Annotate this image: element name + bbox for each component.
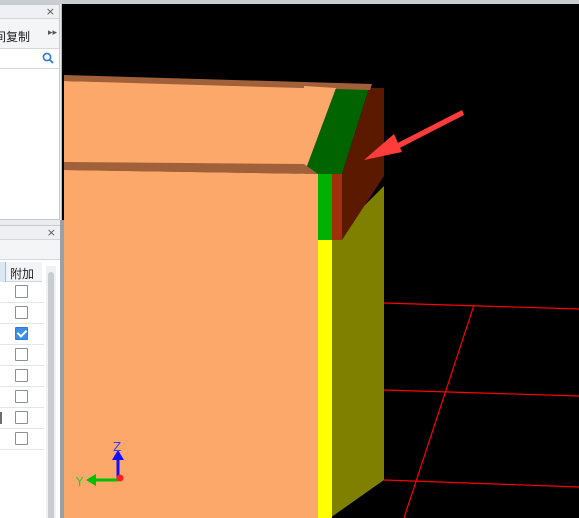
properties-panel-titlebar: × <box>0 226 60 240</box>
highlight-front-strip <box>332 174 342 240</box>
grid-line <box>403 304 475 518</box>
table-row[interactable] <box>0 324 44 345</box>
yellow-strip <box>318 240 332 518</box>
column-header-label: 附加 <box>10 267 35 281</box>
left-dock: × 间复制 ▸▸ × 附加 <box>0 4 64 518</box>
attach-checkbox[interactable] <box>15 411 28 424</box>
table-row[interactable] <box>0 408 44 429</box>
attach-checkbox[interactable] <box>15 285 28 298</box>
attach-checkbox[interactable] <box>15 369 28 382</box>
ground-grid <box>383 302 579 518</box>
row-indicator <box>0 412 2 424</box>
green-strip <box>318 174 332 240</box>
more-chevron-icon[interactable]: ▸▸ <box>48 28 57 38</box>
attach-checkbox[interactable] <box>15 306 28 319</box>
top-panel-titlebar: × <box>0 5 59 19</box>
grid-line <box>383 302 579 310</box>
attach-checkbox[interactable] <box>15 390 28 403</box>
axis-z-label: Z <box>113 440 121 454</box>
axis-y-label: Y <box>75 475 84 489</box>
attach-checkbox[interactable] <box>15 327 28 340</box>
grid-line <box>383 389 579 397</box>
grid-line <box>383 479 579 488</box>
top-panel: × 间复制 ▸▸ <box>0 4 60 220</box>
attach-checkbox[interactable] <box>15 432 28 445</box>
table-row[interactable] <box>0 282 44 303</box>
column-header-attach[interactable]: 附加 <box>0 262 42 282</box>
table-row[interactable] <box>0 345 44 366</box>
table-row[interactable] <box>0 303 44 324</box>
3d-viewport[interactable]: Z Y <box>64 4 579 518</box>
search-input[interactable] <box>0 49 59 69</box>
3d-scene: Z Y <box>64 75 579 518</box>
top-panel-close-icon[interactable]: × <box>46 5 55 18</box>
top-panel-toolbar: 间复制 ▸▸ <box>0 19 59 49</box>
table-row[interactable] <box>0 366 44 387</box>
properties-scrollbar[interactable] <box>46 266 56 518</box>
upper-slab-face <box>64 81 304 174</box>
table-row[interactable] <box>0 429 44 450</box>
properties-scroll-thumb[interactable] <box>48 272 54 518</box>
properties-panel-toolbar <box>0 240 60 260</box>
search-icon[interactable] <box>41 51 55 65</box>
table-row[interactable] <box>0 387 44 408</box>
column-header-selector <box>0 262 6 282</box>
copy-button[interactable]: 间复制 <box>0 28 30 45</box>
properties-panel-close-icon[interactable]: × <box>47 226 56 239</box>
attach-checkbox[interactable] <box>15 348 28 361</box>
property-rows <box>0 282 44 450</box>
properties-panel: × 附加 <box>0 225 60 518</box>
wall-front-face <box>64 170 318 518</box>
